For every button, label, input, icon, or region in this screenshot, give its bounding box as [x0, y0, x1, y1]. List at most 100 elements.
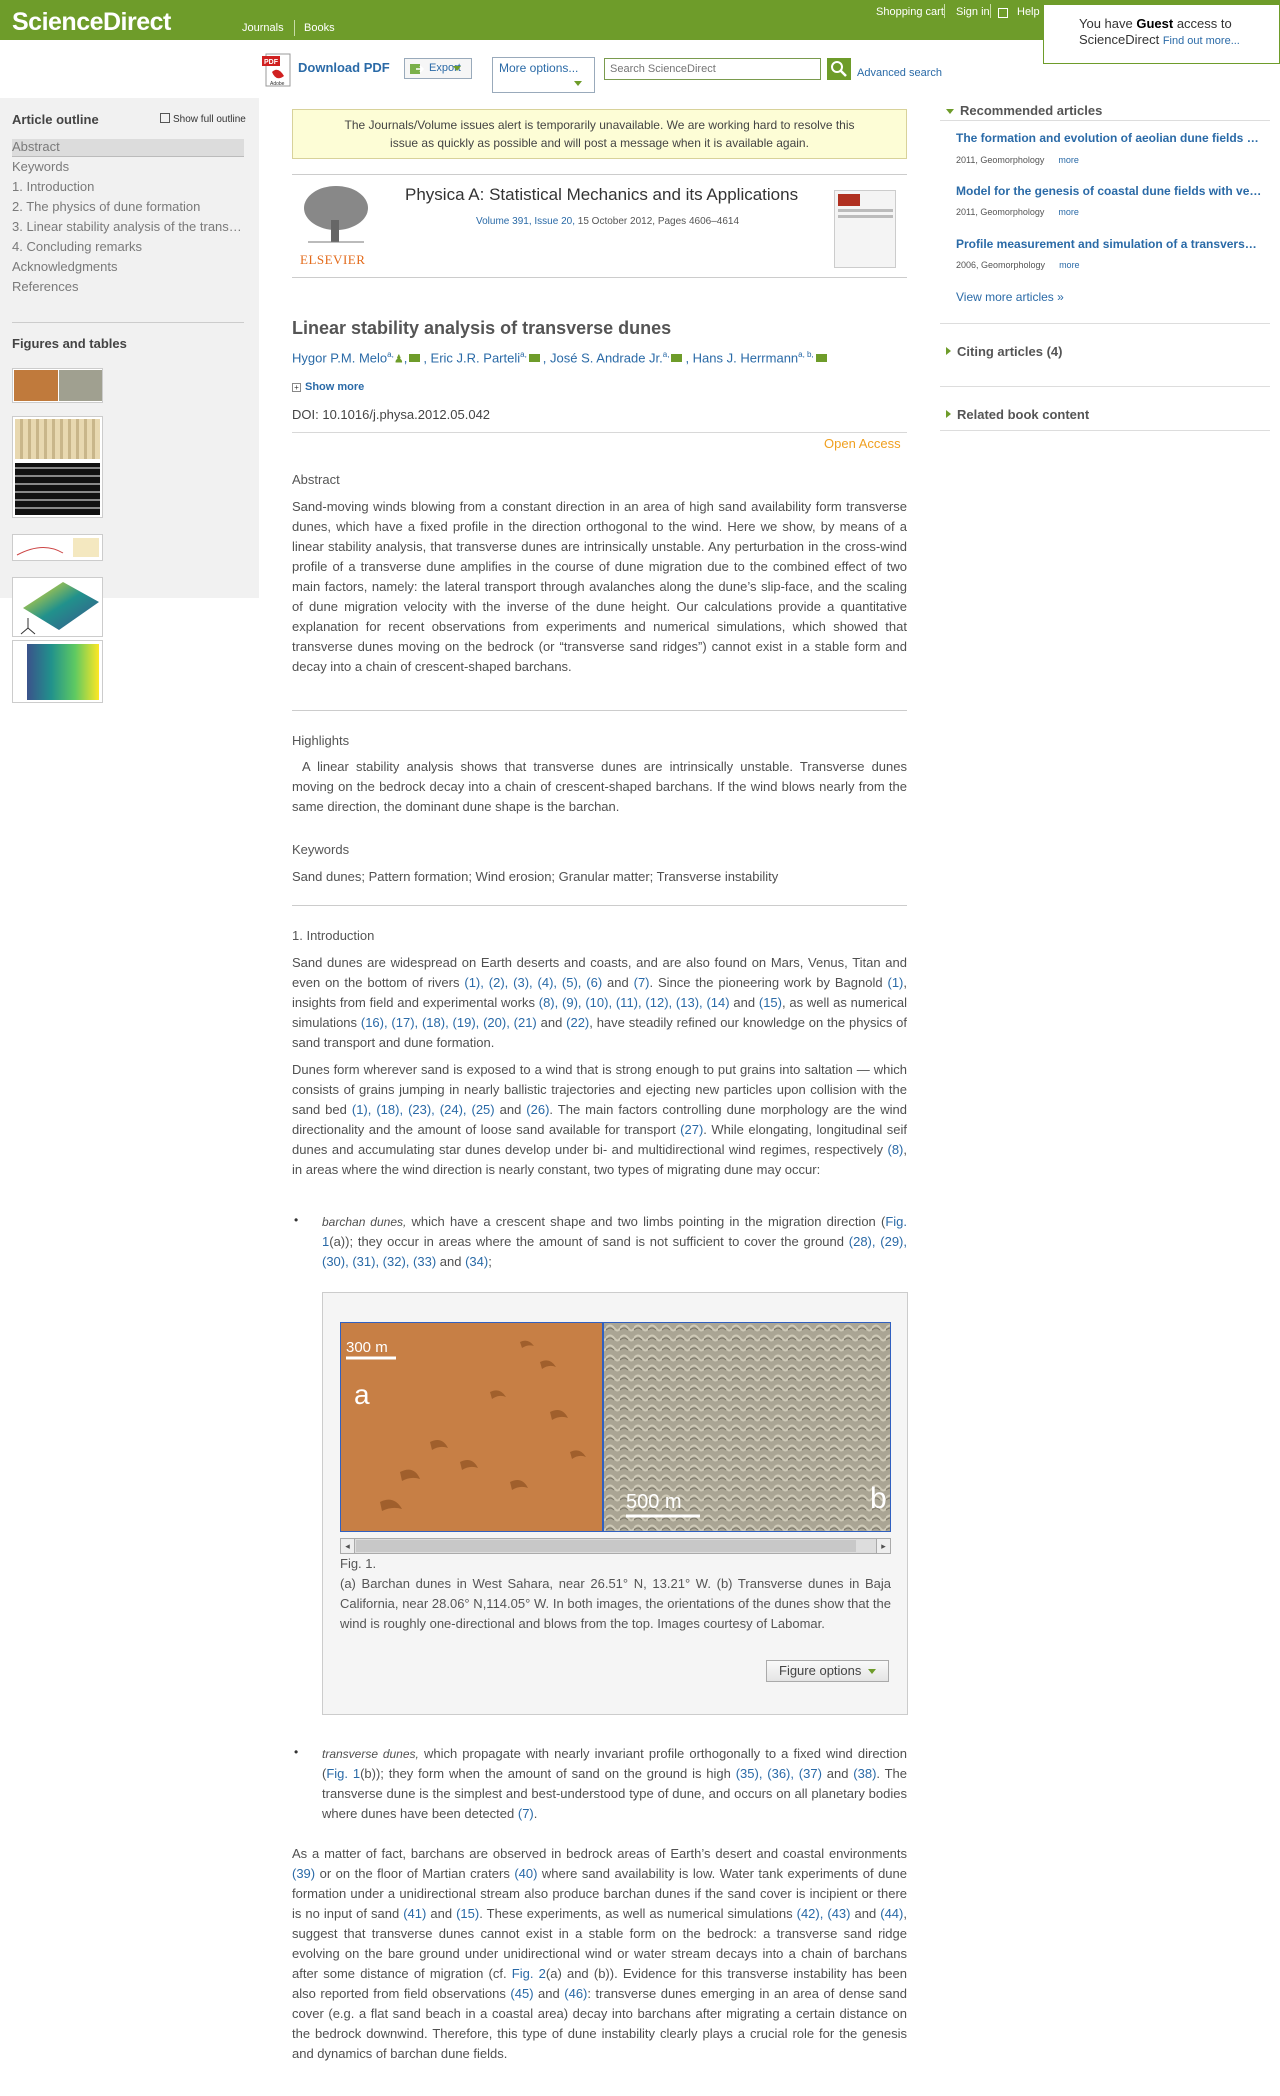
outline-item-acknowledgments[interactable]: Acknowledgments [12, 259, 244, 277]
divider [292, 432, 907, 433]
outline-item-keywords[interactable]: Keywords [12, 159, 244, 177]
show-full-outline-checkbox[interactable]: Show full outline [160, 113, 246, 125]
bullet-icon: • [294, 1213, 299, 1227]
search-button[interactable] [827, 58, 851, 80]
figure-1-label: Fig. 1. [340, 1556, 377, 1571]
reference-link[interactable]: (15) [759, 995, 782, 1010]
figure-options-label: Figure options [779, 1663, 862, 1678]
reference-link[interactable]: (16), (17), (18), (19), (20), (21) [361, 1015, 537, 1030]
scrollbar-thumb[interactable] [356, 1540, 856, 1552]
doi[interactable]: DOI: 10.1016/j.physa.2012.05.042 [292, 407, 490, 422]
outline-item-conclusions[interactable]: 4. Concluding remarks [12, 239, 244, 257]
citing-articles-toggle[interactable]: Citing articles (4) [946, 344, 1062, 359]
recommended-article-link[interactable]: Profile measurement and simulation of a … [956, 237, 1262, 251]
reference-link[interactable]: (40) [514, 1866, 537, 1881]
reference-link[interactable]: (46) [564, 1986, 587, 2001]
find-out-more-link[interactable]: Find out more... [1163, 35, 1240, 47]
scroll-left-icon[interactable]: ◂ [341, 1539, 355, 1553]
reference-link[interactable]: (44) [880, 1906, 903, 1921]
author-affiliation[interactable]: a, [663, 350, 670, 359]
reference-link[interactable]: (15) [456, 1906, 479, 1921]
reference-link[interactable]: (42), (43) [797, 1906, 851, 1921]
reference-link[interactable]: (1), (18), (23), (24), (25) [352, 1102, 495, 1117]
recommended-article-meta: 2006, Geomorphology more [956, 260, 1080, 270]
elsevier-wordmark[interactable]: ELSEVIER [300, 252, 365, 268]
recommended-article-link[interactable]: Model for the genesis of coastal dune fi… [956, 184, 1262, 198]
recommended-article-link[interactable]: The formation and evolution of aeolian d… [956, 131, 1262, 145]
email-icon[interactable] [671, 354, 683, 363]
author-link[interactable]: Hygor P.M. Melo [292, 350, 387, 365]
recommended-articles-toggle[interactable]: Recommended articles [946, 103, 1102, 118]
search-icon [831, 61, 847, 77]
export-button[interactable]: Export [404, 58, 472, 79]
outline-item-introduction[interactable]: 1. Introduction [12, 179, 244, 197]
scroll-right-icon[interactable]: ▸ [876, 1539, 890, 1553]
more-link[interactable]: more [1059, 260, 1080, 270]
bullet-barchan: barchan dunes, which have a crescent sha… [322, 1214, 907, 1269]
reference-link[interactable]: (27) [680, 1122, 703, 1137]
reference-link[interactable]: (26) [526, 1102, 549, 1117]
journal-citation: Volume 391, Issue 20, 15 October 2012, P… [476, 216, 739, 227]
figure-thumbnail-3[interactable] [12, 534, 103, 561]
person-icon[interactable]: ♟ [394, 353, 404, 365]
figure-thumbnail-2[interactable] [12, 416, 103, 518]
reference-link[interactable]: (38) [853, 1766, 876, 1781]
figure-scrollbar[interactable]: ◂ ▸ [340, 1538, 891, 1554]
pdf-icon[interactable]: PDF Adobe [262, 52, 292, 88]
sign-in-link[interactable]: Sign in [956, 6, 990, 18]
reference-link[interactable]: (8), (9), (10), (11), (12), (13), (14) [539, 995, 730, 1010]
outline-item-abstract[interactable]: Abstract [12, 139, 244, 157]
divider [940, 386, 1270, 387]
outline-item-physics[interactable]: 2. The physics of dune formation [12, 199, 244, 217]
reference-link[interactable]: (39) [292, 1866, 315, 1881]
more-options-dropdown[interactable]: More options... [492, 57, 595, 93]
search-input[interactable] [604, 58, 821, 80]
sciencedirect-logo[interactable]: ScienceDirect [12, 8, 171, 37]
reference-link[interactable]: (1), (2), (3), (4), (5), (6) [464, 975, 602, 990]
author-link[interactable]: Hans J. Herrmann [693, 350, 798, 365]
email-icon[interactable] [528, 354, 540, 363]
outline-item-references[interactable]: References [12, 279, 244, 297]
help-link[interactable]: Help [1017, 6, 1040, 18]
journal-title-link[interactable]: Physica A: Statistical Mechanics and its… [405, 185, 798, 205]
journal-cover-image[interactable] [834, 190, 896, 268]
author-affiliation[interactable]: a, [387, 350, 394, 359]
more-link[interactable]: more [1058, 207, 1079, 217]
author-link[interactable]: Eric J.R. Parteli [431, 350, 521, 365]
figure-link[interactable]: Fig. 2 [512, 1966, 546, 1981]
reference-link[interactable]: (7) [634, 975, 650, 990]
more-link[interactable]: more [1058, 155, 1079, 165]
reference-link[interactable]: (41) [403, 1906, 426, 1921]
figure-1-image[interactable]: 300 m a 500 m b [340, 1322, 891, 1532]
reference-link[interactable]: (22) [566, 1015, 589, 1030]
figure-options-button[interactable]: Figure options [766, 1660, 889, 1682]
shopping-cart-link[interactable]: Shopping cart [876, 6, 944, 18]
author-affiliation[interactable]: a, [520, 350, 527, 359]
outline-item-stability[interactable]: 3. Linear stability analysis of the tran… [12, 219, 244, 237]
abstract-heading: Abstract [292, 472, 340, 487]
reference-link[interactable]: (8) [887, 1142, 903, 1157]
issue-link[interactable]: Issue 20, [534, 216, 575, 227]
nav-journals[interactable]: Journals [242, 22, 284, 34]
download-pdf-button[interactable]: Download PDF [298, 60, 390, 75]
view-more-articles-link[interactable]: View more articles » [956, 290, 1064, 304]
nav-books[interactable]: Books [304, 22, 335, 34]
figure-link[interactable]: Fig. 1 [326, 1766, 360, 1781]
reference-link[interactable]: (35), (36), (37) [736, 1766, 822, 1781]
recommended-article-meta: 2011, Geomorphology more [956, 207, 1079, 217]
email-icon[interactable] [409, 354, 421, 363]
author-affiliation[interactable]: a, b, [798, 350, 814, 359]
figure-thumbnail-5[interactable] [12, 640, 103, 703]
reference-link[interactable]: (34) [465, 1254, 488, 1269]
author-link[interactable]: José S. Andrade Jr. [550, 350, 663, 365]
reference-link[interactable]: (45) [510, 1986, 533, 2001]
help-icon[interactable] [998, 8, 1008, 18]
volume-link[interactable]: Volume 391, [476, 216, 532, 227]
figure-thumbnail-1[interactable] [12, 368, 103, 403]
reference-link[interactable]: (1) [887, 975, 903, 990]
advanced-search-link[interactable]: Advanced search [857, 67, 942, 79]
show-more-button[interactable]: + Show more [292, 381, 364, 393]
reference-link[interactable]: (7) [518, 1806, 534, 1821]
related-book-content-toggle[interactable]: Related book content [946, 407, 1089, 422]
email-icon[interactable] [815, 354, 827, 363]
